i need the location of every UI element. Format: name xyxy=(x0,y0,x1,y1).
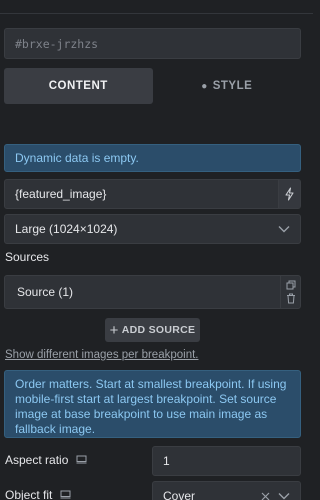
dynamic-image-field[interactable]: {featured_image} xyxy=(4,179,301,209)
tab-content[interactable]: CONTENT xyxy=(4,68,153,104)
plus-icon: + xyxy=(109,321,119,339)
add-source-label: ADD SOURCE xyxy=(121,324,196,336)
trash-icon[interactable] xyxy=(286,293,296,307)
source-item-label: Source (1) xyxy=(17,285,74,299)
element-panel: #brxe-jrzhzs CONTENT ● STYLE Dynamic dat… xyxy=(0,14,313,500)
aspect-ratio-value: 1 xyxy=(163,454,170,468)
image-size-select[interactable]: Large (1024×1024) xyxy=(4,214,301,244)
dynamic-image-value: {featured_image} xyxy=(15,187,107,201)
dynamic-empty-notice: Dynamic data is empty. xyxy=(4,144,301,172)
aspect-ratio-label: Aspect ratio xyxy=(5,453,87,467)
chevron-down-icon xyxy=(278,489,290,500)
object-fit-select[interactable]: Cover xyxy=(152,481,301,500)
source-repeater-item[interactable]: Source (1) xyxy=(4,275,301,309)
chevron-down-icon xyxy=(278,222,290,236)
source-item-actions xyxy=(280,276,300,308)
object-fit-label-text: Object fit xyxy=(5,488,53,500)
dynamic-empty-text: Dynamic data is empty. xyxy=(15,151,139,165)
sources-label-text: Sources xyxy=(5,250,50,264)
element-id-value: #brxe-jrzhzs xyxy=(15,36,99,51)
tab-style[interactable]: ● STYLE xyxy=(153,68,302,104)
style-indicator-dot: ● xyxy=(201,80,208,92)
desktop-icon[interactable] xyxy=(60,488,71,500)
element-id-field[interactable]: #brxe-jrzhzs xyxy=(4,28,301,59)
image-size-value: Large (1024×1024) xyxy=(15,222,118,236)
object-fit-value: Cover xyxy=(163,489,196,500)
close-icon[interactable] xyxy=(261,492,270,500)
panel-tabs: CONTENT ● STYLE xyxy=(4,68,301,104)
sources-label: Sources xyxy=(5,250,49,264)
per-breakpoint-link[interactable]: Show different images per breakpoint. xyxy=(5,349,198,361)
top-bar xyxy=(0,0,313,14)
aspect-ratio-label-text: Aspect ratio xyxy=(5,453,69,467)
duplicate-icon[interactable] xyxy=(286,279,296,293)
bolt-icon[interactable] xyxy=(278,180,300,208)
order-matters-notice: Order matters. Start at smallest breakpo… xyxy=(4,370,301,438)
aspect-ratio-input[interactable]: 1 xyxy=(152,446,301,476)
desktop-icon[interactable] xyxy=(76,453,87,467)
object-fit-label: Object fit xyxy=(5,488,71,500)
tab-content-label: CONTENT xyxy=(48,80,108,92)
add-source-button[interactable]: + ADD SOURCE xyxy=(105,318,200,342)
tab-style-label: STYLE xyxy=(212,80,253,92)
order-matters-text: Order matters. Start at smallest breakpo… xyxy=(15,377,287,436)
